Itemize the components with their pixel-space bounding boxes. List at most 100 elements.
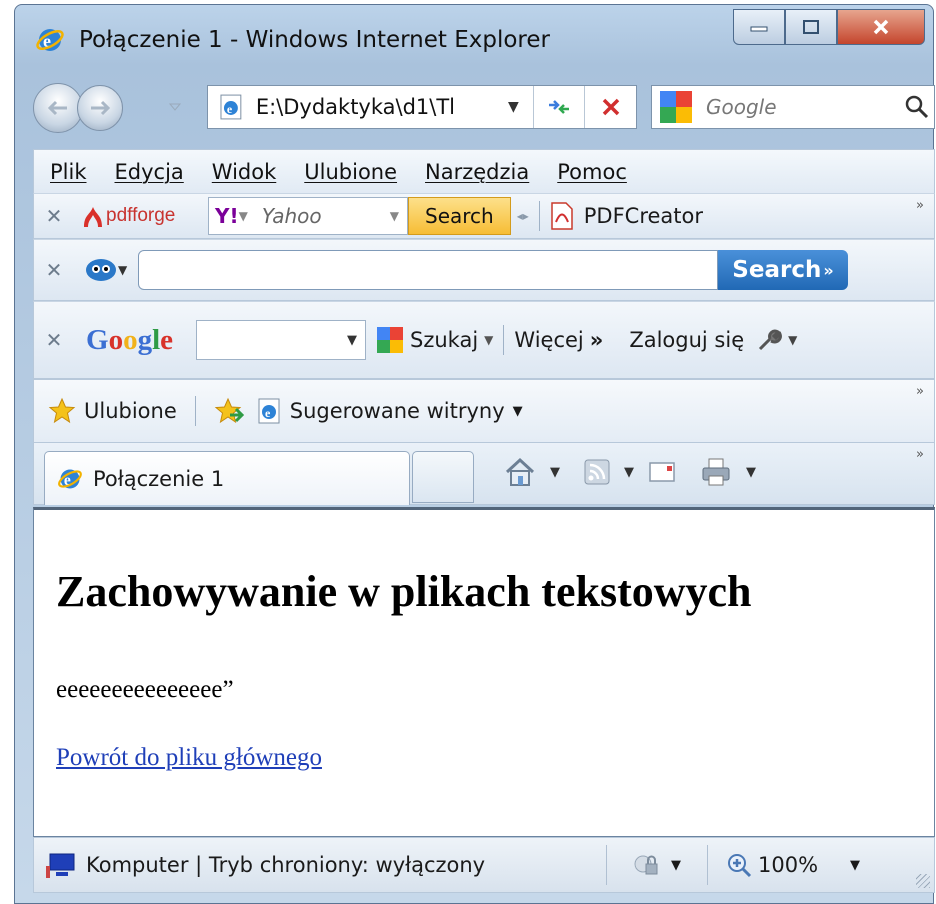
messenger-logo[interactable]: ▼ <box>84 255 132 285</box>
suggested-sites-button[interactable]: e Sugerowane witryny ▼ <box>256 398 523 424</box>
close-button[interactable] <box>837 9 925 45</box>
title-bar: e Połączenie 1 - Windows Internet Explor… <box>15 5 933 75</box>
refresh-button[interactable] <box>532 86 585 128</box>
yahoo-search-button[interactable]: Search <box>408 197 511 235</box>
messenger-buddy-icon <box>86 259 116 281</box>
pdf-document-icon <box>551 202 573 230</box>
home-dropdown-icon[interactable]: ▼ <box>550 465 560 480</box>
minimize-icon <box>750 26 768 32</box>
close-icon <box>873 19 889 35</box>
mail-icon[interactable] <box>648 460 678 484</box>
page-content: Zachowywanie w plikach tekstowych eeeeee… <box>33 507 935 837</box>
yahoo-logo-dropdown-icon[interactable]: ▼ <box>239 209 248 223</box>
wiecej-label: Więcej <box>514 328 584 352</box>
favorites-label: Ulubione <box>84 399 177 423</box>
security-zone[interactable]: Komputer | Tryb chroniony: wyłączony <box>46 852 606 878</box>
ie-window: e Połączenie 1 - Windows Internet Explor… <box>14 4 935 904</box>
szukaj-dropdown-icon[interactable]: ▼ <box>484 333 493 347</box>
print-dropdown-icon[interactable]: ▼ <box>746 465 756 480</box>
overflow-chevron-icon[interactable]: » <box>916 198 924 213</box>
menu-narzedzia[interactable]: Narzędzia <box>425 160 529 184</box>
window-controls <box>733 9 925 45</box>
google-szukaj-button[interactable]: Szukaj ▼ <box>376 326 493 354</box>
messenger-search-input[interactable] <box>138 250 718 290</box>
search-icon[interactable] <box>904 94 930 120</box>
menu-widok[interactable]: Widok <box>212 160 276 184</box>
yahoo-search-input[interactable]: Yahoo <box>262 204 390 228</box>
protected-mode-dropdown-icon[interactable]: ▼ <box>671 858 681 873</box>
address-input[interactable]: E:\Dydaktyka\d1\Tl <box>256 95 500 119</box>
resize-grip[interactable] <box>916 874 930 888</box>
messenger-search-label: Search <box>732 257 822 283</box>
tab-polaczenie[interactable]: e Połączenie 1 <box>44 451 410 505</box>
pdfforge-toolbar: ✕ pdfforge Y! ▼ Yahoo ▼ Search ◂▸ PDFCre… <box>33 193 935 239</box>
refresh-icon <box>549 100 570 114</box>
yahoo-logo: Y! <box>215 204 239 228</box>
minimize-button[interactable] <box>733 9 785 45</box>
zoom-icon <box>728 854 752 878</box>
google-search-dropdown-icon[interactable]: ▼ <box>347 333 357 348</box>
print-icon[interactable] <box>700 457 732 487</box>
overflow-chevron-icon[interactable]: » <box>916 384 924 399</box>
toolbar-grip-icon[interactable]: ◂▸ <box>517 209 529 223</box>
toolbar-separator <box>538 201 540 231</box>
address-bar[interactable]: e E:\Dydaktyka\d1\Tl ▼ <box>207 85 637 129</box>
google-szukaj-label: Szukaj <box>410 328 479 352</box>
add-favorite-icon[interactable] <box>214 397 244 425</box>
tab-title: Połączenie 1 <box>93 466 225 491</box>
status-text: Komputer | Tryb chroniony: wyłączony <box>86 853 486 877</box>
protected-mode-button[interactable]: ▼ <box>607 852 707 878</box>
svg-text:e: e <box>265 406 271 420</box>
home-icon[interactable] <box>504 457 536 487</box>
toolbar-close-icon[interactable]: ✕ <box>34 204 74 228</box>
history-dropdown-icon[interactable] <box>169 101 181 113</box>
messenger-search-button[interactable]: Search » <box>718 250 848 290</box>
yahoo-search-box[interactable]: Y! ▼ Yahoo ▼ <box>208 197 408 235</box>
back-button[interactable] <box>33 83 83 133</box>
stop-icon <box>602 98 619 116</box>
menu-plik[interactable]: Plik <box>50 160 87 184</box>
settings-dropdown-icon[interactable]: ▼ <box>788 333 797 347</box>
search-box[interactable]: Google <box>651 85 935 129</box>
star-icon <box>48 397 76 424</box>
svg-text:e: e <box>227 102 232 116</box>
new-tab-button[interactable] <box>412 451 474 503</box>
zaloguj-button[interactable]: Zaloguj się <box>629 328 744 352</box>
favorites-separator <box>194 396 196 426</box>
forward-button[interactable] <box>77 85 123 131</box>
toolbar-close-icon[interactable]: ✕ <box>34 328 74 352</box>
favorites-button[interactable]: Ulubione <box>48 397 177 425</box>
menu-pomoc[interactable]: Pomoc <box>557 160 627 184</box>
messenger-dropdown-icon[interactable]: ▼ <box>118 263 127 277</box>
suggested-dropdown-icon[interactable]: ▼ <box>513 404 523 419</box>
pdfcreator-label: PDFCreator <box>583 204 704 228</box>
google-search-input[interactable]: ▼ <box>196 320 366 360</box>
settings-button[interactable]: ▼ <box>756 327 797 353</box>
address-dropdown-icon[interactable]: ▼ <box>508 99 519 115</box>
rss-dropdown-icon[interactable]: ▼ <box>624 465 634 480</box>
overflow-chevron-icon[interactable]: » <box>916 447 924 462</box>
double-chevron-icon: » <box>589 328 604 352</box>
back-arrow-icon <box>47 100 67 116</box>
page-heading: Zachowywanie w plikach tekstowych <box>56 567 752 616</box>
zoom-dropdown-icon[interactable]: ▼ <box>850 858 860 873</box>
toolbar-close-icon[interactable]: ✕ <box>34 258 74 282</box>
wiecej-button[interactable]: Więcej » <box>514 328 603 352</box>
zoom-control[interactable]: 100% ▼ <box>726 852 860 878</box>
toolbar-separator <box>503 325 505 355</box>
pdfforge-flame-icon <box>84 207 102 227</box>
favorites-bar: Ulubione e Sugerowane witryny ▼ » <box>33 379 935 443</box>
back-to-main-link[interactable]: Powrót do pliku głównego <box>56 744 322 772</box>
tab-row: e Połączenie 1 ▼ ▼ ▼ » <box>33 443 935 505</box>
pdfforge-logo[interactable]: pdfforge <box>80 203 200 229</box>
menu-ulubione[interactable]: Ulubione <box>304 160 397 184</box>
wrench-icon <box>759 329 783 351</box>
yahoo-dropdown-icon[interactable]: ▼ <box>390 209 399 223</box>
rss-feed-icon[interactable] <box>584 459 610 485</box>
maximize-button[interactable] <box>785 9 837 45</box>
google-logo[interactable]: Google <box>86 324 196 357</box>
search-input[interactable]: Google <box>706 95 904 119</box>
menu-edycja[interactable]: Edycja <box>115 160 184 184</box>
stop-button[interactable] <box>584 86 636 128</box>
pdfcreator-button[interactable]: PDFCreator <box>550 202 703 230</box>
